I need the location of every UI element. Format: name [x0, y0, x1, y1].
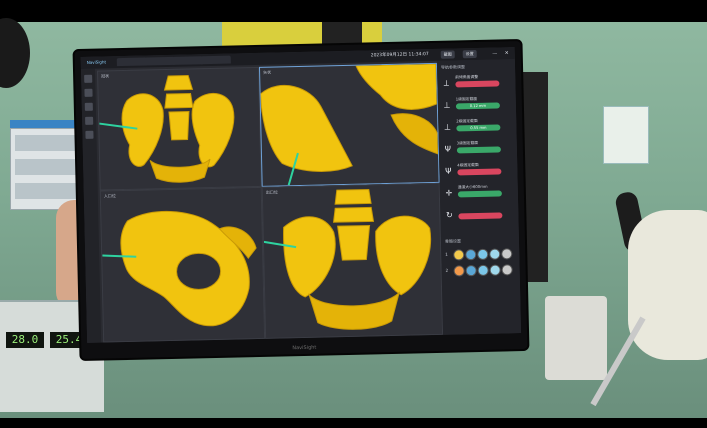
letterbox-bottom: [0, 418, 707, 428]
app-brand: NaviSight: [86, 59, 107, 65]
supply-cabinet: [10, 128, 84, 210]
machine-display-left: 28.0: [6, 332, 44, 348]
rotate-icon: ↻: [445, 210, 453, 220]
letterbox-top: [0, 0, 707, 22]
gloved-hand: [628, 210, 707, 360]
pubic-arch: [308, 291, 401, 330]
screenshot-button[interactable]: 截图: [440, 50, 455, 59]
param-row[interactable]: ⟂ 前倾角度调整: [441, 73, 513, 95]
cabinet-shelf: [15, 135, 77, 151]
param-label: 通道大小600mm: [457, 183, 488, 190]
right-ilium: [191, 93, 235, 168]
plane-icon: ⊥: [443, 100, 451, 110]
tab-1[interactable]: [116, 57, 147, 67]
param-label: 4级固定截面: [457, 161, 479, 168]
navigation-monitor: NaviSight 2023年09月12日 11:34:07 截图 设置 — ✕…: [74, 40, 528, 360]
param-row[interactable]: Ψ 3级固定截面: [443, 139, 515, 161]
color-swatch[interactable]: [477, 248, 489, 261]
tab-2[interactable]: [144, 56, 175, 66]
viewport-label: 出口位: [265, 189, 278, 195]
param-value[interactable]: 0.12 mm: [455, 102, 500, 110]
right-ilium: [375, 215, 432, 296]
tab-3[interactable]: [172, 56, 203, 65]
color-swatch[interactable]: [477, 264, 489, 277]
material-row: 2: [446, 263, 518, 277]
color-swatch[interactable]: [453, 265, 465, 277]
color-swatch[interactable]: [465, 249, 477, 261]
ilium-closeup: [260, 84, 353, 172]
left-ilium: [283, 216, 336, 298]
settings-button[interactable]: 设置: [462, 49, 477, 59]
param-label: 前倾角度调整: [455, 73, 479, 80]
measure-tool-icon[interactable]: [85, 116, 94, 125]
color-swatch[interactable]: [465, 265, 477, 277]
param-value[interactable]: 0.55 mm: [456, 124, 501, 132]
pelvis-render-coronal: [99, 75, 235, 183]
medical-equipment-right: [545, 296, 607, 380]
sacrum-spine: [332, 188, 375, 261]
pointer-tool-icon[interactable]: [84, 74, 93, 83]
color-swatch[interactable]: [489, 248, 501, 260]
param-value[interactable]: [458, 212, 503, 220]
cabinet-shelf: [15, 159, 77, 175]
viewport-outlet[interactable]: 出口位: [261, 182, 444, 339]
viewport-label: 入口位: [103, 193, 116, 199]
material-row-label: 1: [445, 251, 448, 257]
param-row[interactable]: ⊥ 2级固定截面 0.55 mm: [442, 117, 514, 139]
material-row-label: 2: [445, 267, 449, 273]
reset-tool-icon[interactable]: [85, 130, 94, 139]
color-swatch[interactable]: [501, 248, 513, 260]
pelvis-render-inlet: [102, 210, 257, 327]
plane-icon: ⊥: [443, 122, 451, 132]
sacrum-spine: [163, 75, 194, 141]
param-label: 1级固定截面: [455, 95, 478, 102]
color-swatch[interactable]: [453, 249, 465, 261]
wall-poster: [603, 106, 649, 164]
viewport-label: 冠状: [101, 73, 110, 79]
close-icon[interactable]: ✕: [503, 49, 511, 57]
pelvis-render-outlet: [263, 188, 432, 330]
acetabulum-closeup: [390, 113, 439, 155]
axis-icon: Ψ: [444, 144, 452, 154]
param-value[interactable]: [456, 146, 501, 154]
color-swatch[interactable]: [501, 264, 513, 276]
param-value[interactable]: [455, 80, 500, 88]
param-row[interactable]: ✛ 通道大小600mm: [444, 183, 516, 205]
panel-title: 导航参数调整: [440, 64, 466, 70]
param-label: 2级固定截面: [456, 117, 478, 124]
param-label: 3级固定截面: [456, 139, 479, 146]
angle-icon: ⟂: [443, 78, 450, 88]
left-ilium: [121, 93, 164, 167]
parameter-panel: 导航参数调整 ⟂ 前倾角度调整 ⊥ 1级固定截面 0.12 mm ⊥ 2级固定截…: [436, 59, 522, 335]
zoom-tool-icon[interactable]: [84, 88, 93, 97]
color-swatch[interactable]: [489, 264, 501, 276]
tab-4[interactable]: [200, 55, 231, 65]
cabinet-shelf: [15, 183, 77, 199]
param-value[interactable]: [457, 190, 502, 198]
minimize-icon[interactable]: —: [491, 49, 499, 57]
navigation-screen: NaviSight 2023年09月12日 11:34:07 截图 设置 — ✕…: [80, 47, 522, 343]
sacrum-closeup: [355, 63, 438, 110]
viewport-inlet[interactable]: 入口位: [99, 186, 266, 343]
rotate-tool-icon[interactable]: [84, 102, 93, 111]
pelvic-inlet-opening: [176, 252, 222, 290]
param-value[interactable]: [457, 168, 502, 176]
pelvis-render-sagittal: [260, 63, 439, 186]
material-row: 1: [445, 247, 517, 261]
param-row[interactable]: ↻: [444, 205, 516, 227]
cross-icon: ✛: [445, 188, 453, 198]
axis-icon: Ψ: [445, 166, 452, 176]
datetime: 2023年09月12日 11:34:07: [370, 52, 429, 59]
material-title: 骨骼设置: [444, 238, 462, 244]
viewport-label: 矢状: [263, 69, 272, 75]
viewport-coronal[interactable]: 冠状: [97, 66, 262, 191]
param-row[interactable]: Ψ 4级固定截面: [443, 161, 515, 183]
viewport-sagittal[interactable]: 矢状: [258, 62, 440, 187]
param-row[interactable]: ⊥ 1级固定截面 0.12 mm: [442, 95, 514, 117]
